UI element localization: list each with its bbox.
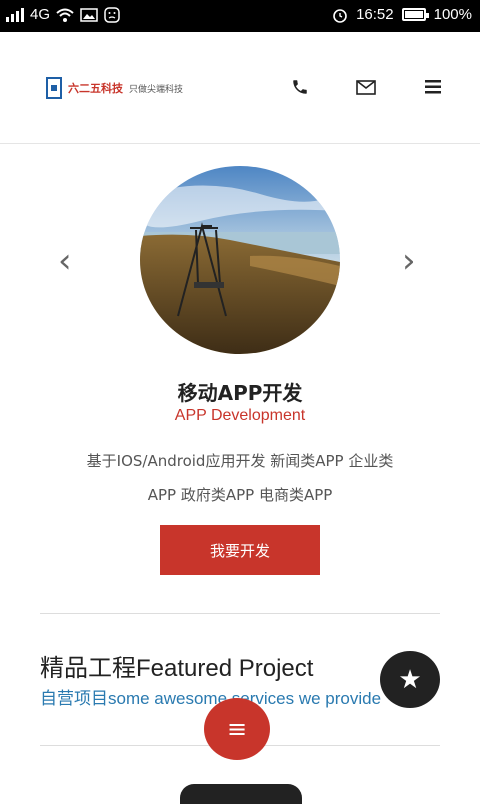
signal-icon — [6, 7, 24, 22]
wifi-icon — [56, 8, 74, 22]
logo-mark-icon — [46, 77, 62, 99]
site-header: 六二五科技 只做尖端科技 — [0, 32, 480, 144]
image-icon — [80, 7, 98, 22]
service-description-line2: APP 政府类APP 电商类APP — [147, 486, 333, 504]
hero-image — [140, 166, 340, 354]
menu-lines-icon: ≡ — [226, 715, 248, 743]
battery-icon — [401, 8, 429, 21]
favorite-fab[interactable]: ★ — [380, 651, 440, 708]
battery-percent: 100% — [433, 6, 472, 23]
service-subtitle: APP Development — [174, 407, 306, 424]
face-icon — [104, 6, 120, 23]
develop-button[interactable]: 我要开发 — [160, 525, 320, 575]
project-device-image — [180, 784, 302, 804]
alarm-icon — [333, 8, 347, 23]
next-arrow-icon[interactable]: › — [402, 241, 416, 281]
section-divider — [40, 613, 440, 614]
mail-icon[interactable] — [356, 80, 376, 95]
network-type: 4G — [30, 6, 51, 23]
status-bar: 4G 16:52 100% — [0, 0, 480, 32]
logo-name: 六二五科技 — [68, 82, 123, 95]
service-description-line1: 基于IOS/Android应用开发 新闻类APP 企业类 — [86, 452, 394, 470]
clock: 16:52 — [356, 6, 394, 23]
prev-arrow-icon[interactable]: ‹ — [58, 241, 72, 281]
star-icon: ★ — [398, 664, 422, 695]
menu-fab[interactable]: ≡ — [204, 698, 270, 760]
menu-icon[interactable] — [425, 80, 441, 94]
featured-title: 精品工程Featured Project — [40, 655, 314, 682]
phone-icon[interactable] — [291, 78, 309, 96]
service-title: 移动APP开发 — [177, 381, 303, 405]
logo[interactable]: 六二五科技 只做尖端科技 — [46, 77, 183, 99]
logo-slogan: 只做尖端科技 — [129, 84, 184, 95]
